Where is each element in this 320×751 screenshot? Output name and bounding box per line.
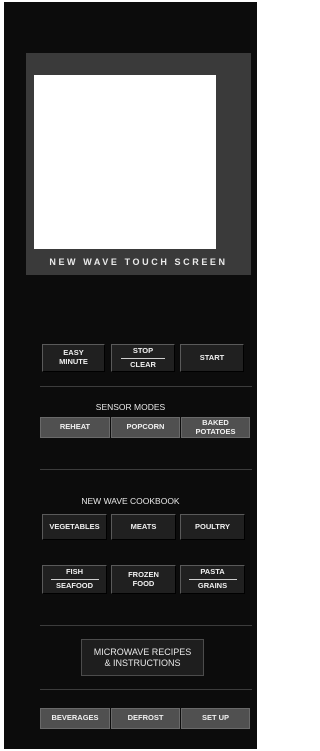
fish-label: FISH <box>65 567 84 577</box>
recipes-label-2: & INSTRUCTIONS <box>104 657 181 668</box>
meats-label: MEATS <box>130 521 157 531</box>
stop-clear-divider <box>121 357 165 359</box>
poultry-button[interactable]: POULTRY <box>180 514 245 540</box>
vegetables-label: VEGETABLES <box>49 521 100 531</box>
frozen-food-button[interactable]: FROZEN FOOD <box>111 565 176 594</box>
pasta-label: PASTA <box>200 567 225 577</box>
stop-label: STOP <box>132 345 154 355</box>
beverages-label: BEVERAGES <box>51 713 99 723</box>
reheat-label: REHEAT <box>59 422 91 432</box>
stop-clear-button[interactable]: STOP CLEAR <box>111 344 175 372</box>
baked-potatoes-button[interactable]: BAKED POTATOES <box>181 417 250 438</box>
start-button[interactable]: START <box>180 344 244 372</box>
separator <box>40 469 252 470</box>
microwave-recipes-button[interactable]: MICROWAVE RECIPES & INSTRUCTIONS <box>81 639 204 676</box>
control-panel: NEW WAVE TOUCH SCREEN EASY MINUTE STOP C… <box>4 2 257 749</box>
fish-seafood-button[interactable]: FISH SEAFOOD <box>42 565 107 594</box>
start-label: START <box>199 352 225 362</box>
seafood-label: SEAFOOD <box>55 581 94 590</box>
defrost-button[interactable]: DEFROST <box>111 708 180 729</box>
beverages-button[interactable]: BEVERAGES <box>40 708 110 729</box>
set-up-button[interactable]: SET UP <box>181 708 250 729</box>
easy-minute-label-2: MINUTE <box>59 357 88 366</box>
pasta-grains-button[interactable]: PASTA GRAINS <box>180 565 245 594</box>
touch-screen-label: NEW WAVE TOUCH SCREEN <box>49 257 228 267</box>
clear-label: CLEAR <box>130 359 156 369</box>
sensor-modes-heading: SENSOR MODES <box>95 402 166 412</box>
separator <box>40 386 252 387</box>
vegetables-button[interactable]: VEGETABLES <box>42 514 107 540</box>
touch-screen-frame: NEW WAVE TOUCH SCREEN <box>26 53 251 275</box>
separator <box>40 689 252 690</box>
defrost-label: DEFROST <box>127 713 164 723</box>
popcorn-label: POPCORN <box>126 422 165 432</box>
cookbook-heading: NEW WAVE COOKBOOK <box>81 496 180 506</box>
grains-label: GRAINS <box>197 581 228 590</box>
popcorn-button[interactable]: POPCORN <box>111 417 180 438</box>
food-label: FOOD <box>132 578 155 588</box>
touch-screen-display[interactable] <box>34 75 216 249</box>
reheat-button[interactable]: REHEAT <box>40 417 110 438</box>
poultry-label: POULTRY <box>195 521 230 531</box>
recipes-label-1: MICROWAVE RECIPES <box>93 647 192 658</box>
pasta-grains-divider <box>188 579 237 580</box>
potatoes-label: POTATOES <box>195 426 236 436</box>
separator <box>40 625 252 626</box>
meats-button[interactable]: MEATS <box>111 514 176 540</box>
set-up-label: SET UP <box>201 713 230 723</box>
fish-seafood-divider <box>50 579 99 580</box>
easy-minute-button[interactable]: EASY MINUTE <box>42 344 105 372</box>
